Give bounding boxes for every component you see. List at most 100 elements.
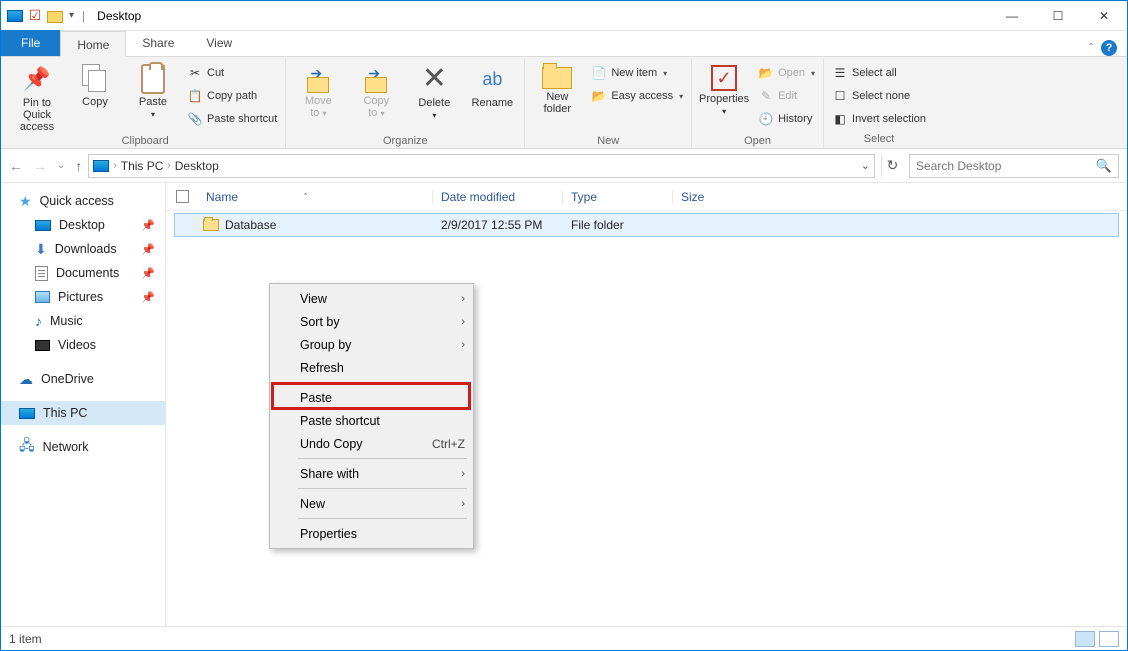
up-button[interactable]: ↑ bbox=[75, 158, 82, 174]
ctx-undo-copy[interactable]: Undo CopyCtrl+Z bbox=[270, 432, 473, 455]
ribbon-group-new: New folder 📄New item 📂Easy access New bbox=[525, 59, 692, 148]
back-button[interactable]: ← bbox=[9, 158, 23, 174]
move-to-button[interactable]: ➔ Move to ▾ bbox=[292, 63, 344, 133]
search-icon[interactable]: 🔍 bbox=[1096, 158, 1112, 174]
chevron-right-icon[interactable]: › bbox=[113, 160, 116, 171]
open-menuitem[interactable]: 📂Open bbox=[756, 63, 817, 83]
sidebar-pictures[interactable]: Pictures📌 bbox=[1, 285, 165, 309]
video-icon bbox=[35, 340, 50, 351]
group-label-new: New bbox=[531, 133, 685, 150]
edit-menuitem[interactable]: ✎Edit bbox=[756, 86, 817, 106]
cut-menuitem[interactable]: ✂Cut bbox=[185, 63, 279, 83]
sidebar-music[interactable]: ♪Music bbox=[1, 309, 165, 333]
ctx-share-with[interactable]: Share with› bbox=[270, 462, 473, 485]
select-none-icon: ☐ bbox=[832, 88, 848, 104]
sidebar-this-pc[interactable]: This PC bbox=[1, 401, 165, 425]
ribbon-group-organize: ➔ Move to ▾ ➔ Copy to ▾ ✕ Delete▾ ab Ren… bbox=[286, 59, 525, 148]
delete-button[interactable]: ✕ Delete▾ bbox=[408, 63, 460, 133]
cloud-icon: ☁ bbox=[19, 371, 33, 388]
sidebar-videos[interactable]: Videos bbox=[1, 333, 165, 357]
qat-dropdown[interactable]: ▾ bbox=[69, 10, 74, 21]
large-icons-view-button[interactable] bbox=[1099, 631, 1119, 647]
properties-icon: ✓ bbox=[711, 65, 737, 91]
column-size[interactable]: Size bbox=[672, 190, 752, 204]
window-controls: — ☐ ✕ bbox=[989, 1, 1127, 31]
sidebar-onedrive[interactable]: ☁OneDrive bbox=[1, 367, 165, 391]
refresh-button[interactable]: ↻ bbox=[881, 155, 903, 177]
ctx-sort-by[interactable]: Sort by› bbox=[270, 310, 473, 333]
sidebar-desktop[interactable]: Desktop📌 bbox=[1, 213, 165, 237]
column-date-modified[interactable]: Date modified bbox=[432, 190, 562, 204]
properties-button[interactable]: ✓ Properties▾ bbox=[698, 63, 750, 133]
new-folder-button[interactable]: New folder bbox=[531, 63, 583, 133]
copy-icon bbox=[82, 64, 108, 94]
ctx-properties[interactable]: Properties bbox=[270, 522, 473, 545]
tab-home[interactable]: Home bbox=[60, 31, 126, 57]
forward-button[interactable]: → bbox=[33, 158, 47, 174]
sidebar-downloads[interactable]: ⬇Downloads📌 bbox=[1, 237, 165, 261]
breadcrumb-this-pc[interactable]: This PC bbox=[121, 159, 164, 173]
separator bbox=[298, 518, 467, 519]
sidebar-documents[interactable]: Documents📌 bbox=[1, 261, 165, 285]
tab-view[interactable]: View bbox=[190, 30, 248, 56]
titlebar: ☑ ▾ | Desktop — ☐ ✕ bbox=[1, 1, 1127, 31]
ctx-paste-shortcut[interactable]: Paste shortcut bbox=[270, 409, 473, 432]
navigation-pane: ★Quick access Desktop📌 ⬇Downloads📌 Docum… bbox=[1, 183, 166, 626]
ribbon-group-select: ☰Select all ☐Select none ◧Invert selecti… bbox=[824, 59, 934, 148]
select-all-checkbox[interactable] bbox=[176, 190, 202, 203]
ctx-group-by[interactable]: Group by› bbox=[270, 333, 473, 356]
ctx-paste[interactable]: Paste bbox=[270, 386, 473, 409]
paste-shortcut-menuitem[interactable]: 📎Paste shortcut bbox=[185, 109, 279, 129]
recent-locations-button[interactable]: ⌄ bbox=[57, 160, 65, 171]
collapse-ribbon-button[interactable]: ˆ bbox=[1089, 41, 1093, 55]
group-label-open: Open bbox=[698, 133, 817, 150]
separator: | bbox=[82, 9, 85, 23]
minimize-button[interactable]: — bbox=[989, 1, 1035, 31]
checkmark-icon[interactable]: ☑ bbox=[27, 8, 43, 24]
search-box[interactable]: 🔍 bbox=[909, 154, 1119, 178]
column-name[interactable]: Nameˆ bbox=[202, 190, 432, 204]
breadcrumb-desktop[interactable]: Desktop bbox=[175, 159, 219, 173]
pin-to-quick-access-button[interactable]: 📌 Pin to Quick access bbox=[11, 63, 63, 133]
chevron-right-icon: › bbox=[461, 316, 465, 328]
maximize-button[interactable]: ☐ bbox=[1035, 1, 1081, 31]
copy-path-icon: 📋 bbox=[187, 88, 203, 104]
tab-share[interactable]: Share bbox=[126, 30, 190, 56]
ctx-view[interactable]: View› bbox=[270, 287, 473, 310]
invert-selection-menuitem[interactable]: ◧Invert selection bbox=[830, 109, 928, 129]
new-item-icon: 📄 bbox=[591, 65, 607, 81]
sidebar-network[interactable]: 🖧Network bbox=[1, 435, 165, 459]
ctx-refresh[interactable]: Refresh bbox=[270, 356, 473, 379]
sort-indicator: ˆ bbox=[304, 192, 307, 202]
window-title: Desktop bbox=[97, 9, 141, 23]
copy-path-menuitem[interactable]: 📋Copy path bbox=[185, 86, 279, 106]
paste-button[interactable]: Paste▾ bbox=[127, 63, 179, 133]
select-all-menuitem[interactable]: ☰Select all bbox=[830, 63, 928, 83]
rename-button[interactable]: ab Rename bbox=[466, 63, 518, 133]
navigation-bar: ← → ⌄ ↑ › This PC › Desktop ⌄ ↻ 🔍 bbox=[1, 149, 1127, 183]
search-input[interactable] bbox=[916, 159, 1096, 173]
copy-to-icon: ➔ bbox=[362, 65, 390, 93]
close-button[interactable]: ✕ bbox=[1081, 1, 1127, 31]
file-row[interactable]: Database 2/9/2017 12:55 PM File folder bbox=[174, 213, 1119, 237]
chevron-right-icon: › bbox=[461, 468, 465, 480]
column-type[interactable]: Type bbox=[562, 190, 672, 204]
shortcut-icon: 📎 bbox=[187, 111, 203, 127]
details-view-button[interactable] bbox=[1075, 631, 1095, 647]
sidebar-quick-access[interactable]: ★Quick access bbox=[1, 189, 165, 213]
status-bar: 1 item bbox=[1, 626, 1127, 650]
group-label-select: Select bbox=[830, 131, 928, 148]
address-bar[interactable]: › This PC › Desktop ⌄ bbox=[88, 154, 875, 178]
copy-button[interactable]: Copy bbox=[69, 63, 121, 133]
tab-file[interactable]: File bbox=[1, 30, 60, 56]
history-menuitem[interactable]: 🕘History bbox=[756, 109, 817, 129]
help-icon[interactable]: ? bbox=[1101, 40, 1117, 56]
edit-icon: ✎ bbox=[758, 88, 774, 104]
copy-to-button[interactable]: ➔ Copy to ▾ bbox=[350, 63, 402, 133]
easy-access-menuitem[interactable]: 📂Easy access bbox=[589, 86, 685, 106]
select-none-menuitem[interactable]: ☐Select none bbox=[830, 86, 928, 106]
chevron-right-icon[interactable]: › bbox=[167, 160, 170, 171]
new-item-menuitem[interactable]: 📄New item bbox=[589, 63, 685, 83]
ctx-new[interactable]: New› bbox=[270, 492, 473, 515]
address-dropdown[interactable]: ⌄ bbox=[861, 159, 870, 172]
